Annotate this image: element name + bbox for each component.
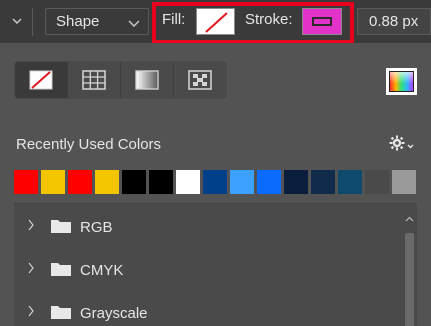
color-swatch[interactable] [365, 170, 389, 194]
swatch-groups-list: RGB CMYK Grayscale [14, 203, 417, 326]
color-swatch[interactable] [311, 170, 335, 194]
gear-icon [389, 135, 414, 151]
gradient-button[interactable] [121, 62, 174, 98]
vertical-scrollbar[interactable] [402, 204, 417, 326]
color-swatch[interactable] [41, 170, 65, 194]
folder-label: RGB [80, 219, 113, 236]
folder-icon [50, 303, 72, 326]
no-fill-icon [205, 12, 228, 33]
tool-preset-chevron-down-icon[interactable] [6, 10, 28, 32]
stroke-preview-icon [312, 17, 332, 26]
color-spectrum-icon [389, 71, 414, 92]
stroke-label: Stroke: [245, 11, 293, 28]
color-swatch[interactable] [392, 170, 416, 194]
color-swatch[interactable] [149, 170, 173, 194]
chevron-right-icon[interactable] [27, 261, 35, 280]
stroke-swatch-button[interactable] [302, 8, 342, 35]
color-swatch[interactable] [95, 170, 119, 194]
options-bar: Shape Fill: Stroke: 0.88 px [0, 0, 431, 44]
color-swatch[interactable] [14, 170, 38, 194]
fill-swatch-button[interactable] [196, 8, 235, 35]
folder-icon [50, 260, 72, 283]
folder-row-rgb[interactable]: RGB [14, 212, 394, 242]
color-swatch[interactable] [203, 170, 227, 194]
settings-menu-button[interactable] [389, 135, 415, 153]
fill-type-selector [14, 61, 227, 99]
scroll-up-icon[interactable] [405, 209, 414, 227]
color-swatch[interactable] [68, 170, 92, 194]
stroke-width-value: 0.88 px [369, 13, 419, 30]
color-swatch[interactable] [230, 170, 254, 194]
divider [32, 8, 33, 36]
color-swatch[interactable] [176, 170, 200, 194]
pattern-button[interactable] [174, 62, 226, 98]
folder-row-cmyk[interactable]: CMYK [14, 255, 394, 285]
stroke-width-input[interactable]: 0.88 px [357, 8, 431, 35]
color-swatch[interactable] [338, 170, 362, 194]
color-swatch[interactable] [257, 170, 281, 194]
pattern-icon [188, 70, 212, 90]
no-fill-icon [29, 70, 53, 90]
recent-colors-title: Recently Used Colors [16, 136, 162, 153]
folder-icon [50, 217, 72, 240]
chevron-down-icon [128, 15, 140, 32]
no-color-button[interactable] [15, 62, 68, 98]
chevron-right-icon[interactable] [27, 304, 35, 323]
scrollbar-thumb[interactable] [405, 233, 414, 326]
color-swatch[interactable] [284, 170, 308, 194]
color-swatch[interactable] [122, 170, 146, 194]
recent-colors-swatches [14, 170, 419, 194]
gradient-icon [135, 70, 159, 90]
folder-label: Grayscale [80, 305, 148, 322]
solid-color-button[interactable] [68, 62, 121, 98]
folder-label: CMYK [80, 262, 124, 279]
mode-dropdown-label: Shape [56, 13, 100, 30]
fill-label: Fill: [162, 11, 186, 28]
chevron-right-icon[interactable] [27, 218, 35, 237]
color-picker-button[interactable] [386, 68, 417, 95]
mode-dropdown[interactable]: Shape [45, 8, 149, 35]
folder-row-grayscale[interactable]: Grayscale [14, 298, 394, 326]
solid-color-grid-icon [82, 70, 106, 90]
fill-color-panel: Recently Used Colors RGB CMYK Grayscale [0, 43, 431, 326]
